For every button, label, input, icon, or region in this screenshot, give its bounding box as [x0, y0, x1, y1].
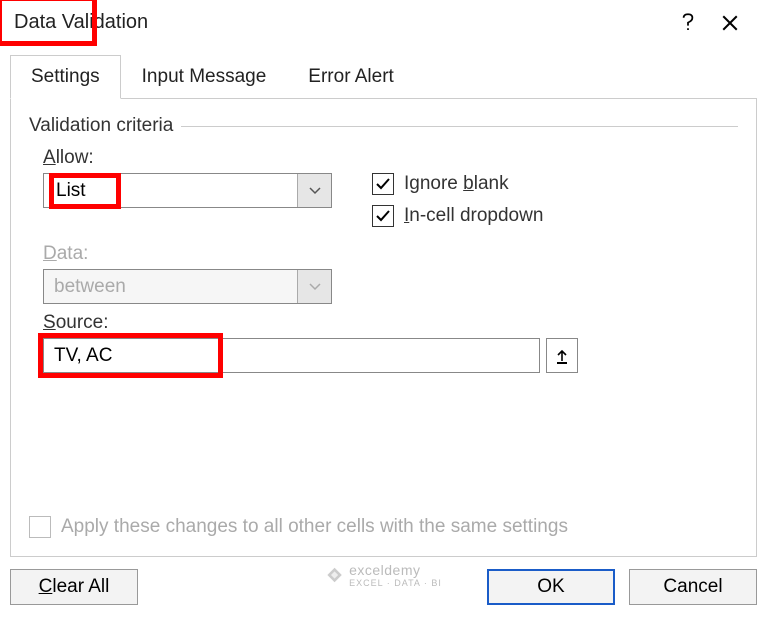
dialog-title: Data Validation [14, 11, 667, 34]
checkbox-icon [372, 173, 394, 195]
tab-content-settings: Validation criteria Allow: List Ignore [10, 99, 757, 557]
apply-to-all-label: Apply these changes to all other cells w… [61, 516, 568, 538]
help-button[interactable] [667, 3, 709, 43]
allow-label: Allow: [43, 147, 738, 169]
close-icon [721, 14, 739, 32]
tab-settings[interactable]: Settings [10, 55, 121, 99]
data-validation-dialog: Data Validation Settings Input Message E… [0, 0, 767, 627]
chevron-down-icon [297, 174, 331, 207]
validation-criteria-legend: Validation criteria [29, 115, 738, 137]
checkbox-icon [29, 516, 51, 538]
chevron-down-icon [297, 270, 331, 303]
allow-select-value: List [44, 178, 297, 204]
collapse-dialog-icon [555, 347, 569, 365]
source-input[interactable] [43, 338, 540, 373]
refedit-button[interactable] [546, 338, 578, 373]
ignore-blank-checkbox[interactable]: Ignore blank [372, 173, 543, 195]
cancel-button[interactable]: Cancel [629, 569, 757, 605]
checkbox-icon [372, 205, 394, 227]
titlebar: Data Validation [0, 0, 767, 45]
apply-to-all-checkbox: Apply these changes to all other cells w… [29, 516, 568, 538]
tab-input-message[interactable]: Input Message [121, 55, 288, 98]
tab-bar: Settings Input Message Error Alert [10, 55, 757, 99]
in-cell-dropdown-checkbox[interactable]: In-cell dropdown [372, 205, 543, 227]
close-button[interactable] [709, 3, 751, 43]
in-cell-dropdown-label: In-cell dropdown [404, 205, 543, 227]
tab-error-alert[interactable]: Error Alert [287, 55, 415, 98]
help-icon [681, 12, 695, 34]
allow-select[interactable]: List [43, 173, 332, 208]
data-label: Data: [43, 243, 738, 265]
source-label: Source: [43, 312, 738, 334]
ignore-blank-label: Ignore blank [404, 173, 509, 195]
clear-all-button[interactable]: Clear All [10, 569, 138, 605]
data-select-value: between [44, 276, 297, 298]
dialog-button-row: Clear All OK Cancel [0, 557, 767, 617]
data-select: between [43, 269, 332, 304]
ok-button[interactable]: OK [487, 569, 615, 605]
